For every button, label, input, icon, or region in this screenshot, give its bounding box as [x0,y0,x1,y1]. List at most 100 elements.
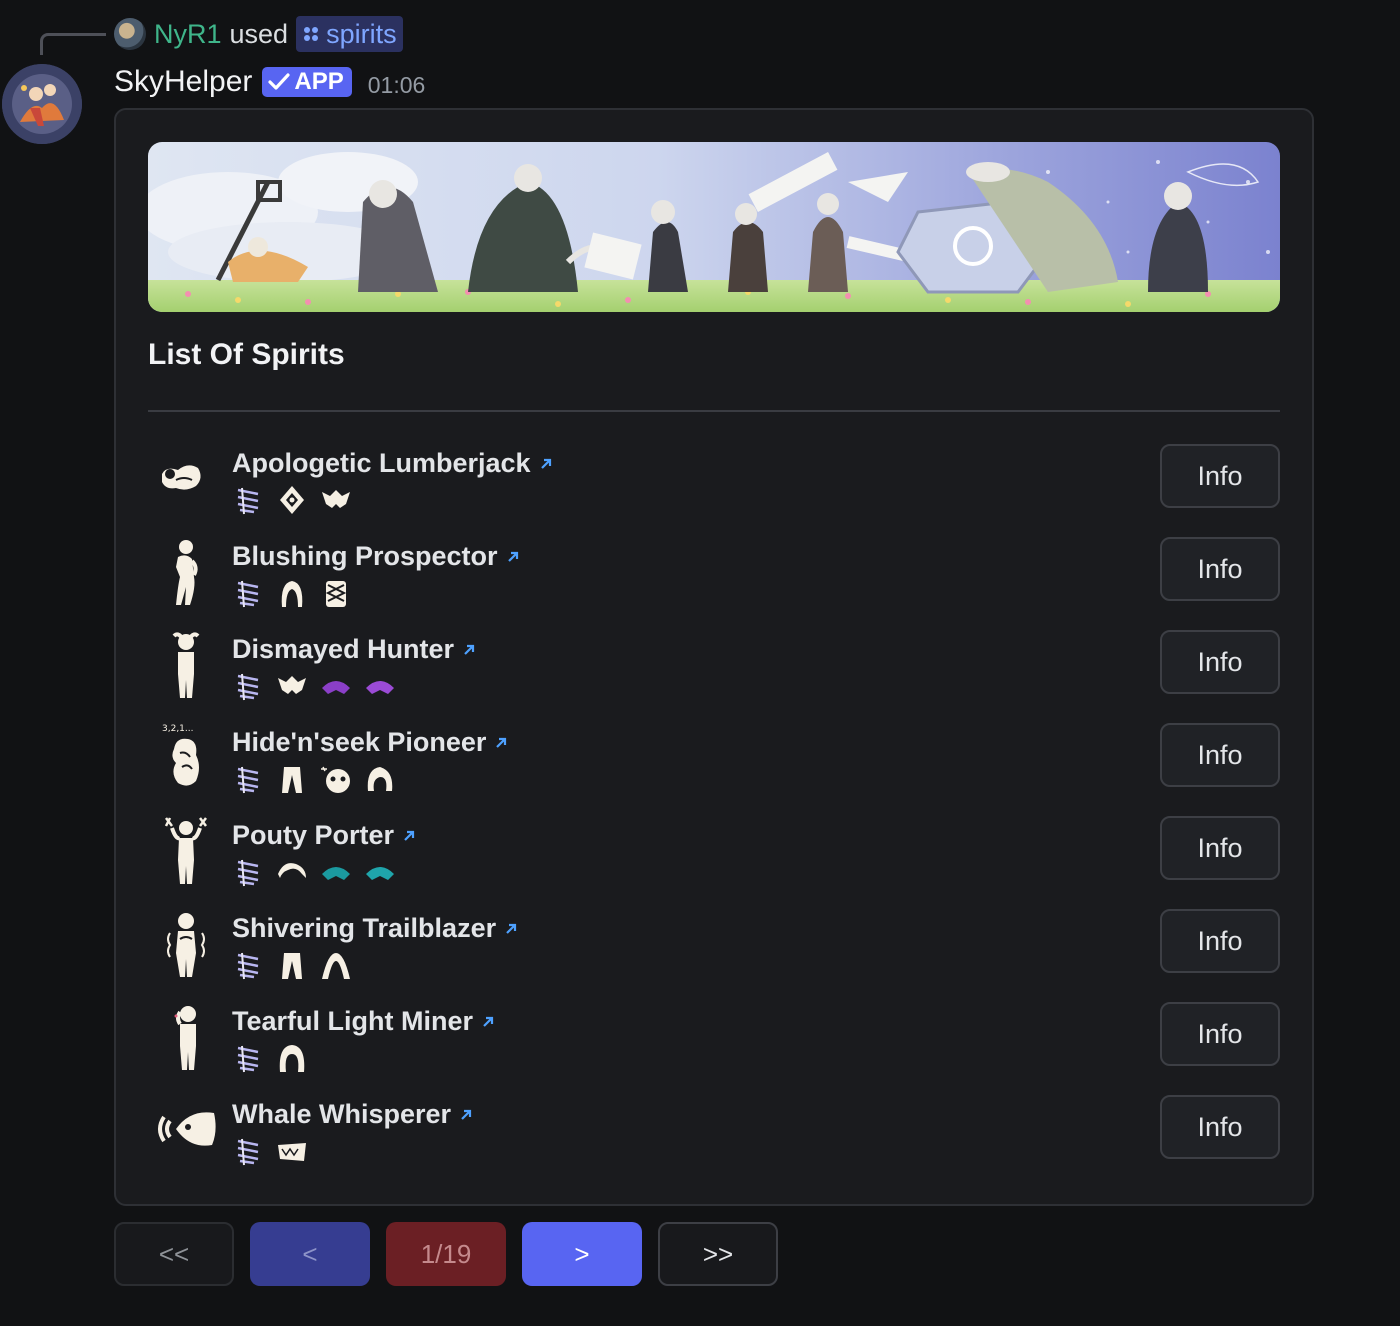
message-timestamp[interactable]: 01:06 [368,66,426,99]
purple-cape-icon [322,681,350,694]
next-page-button[interactable]: > [522,1222,642,1286]
spirit-name[interactable]: Pouty Porter [232,820,394,851]
drum-icon [325,581,347,607]
teal-cape-icon [322,867,350,880]
spirit-items [232,949,352,981]
hide-seek-caption: 3,2,1... [162,724,193,734]
reply-username[interactable]: NyR1 [154,19,222,50]
shiver-emote-icon [167,913,205,977]
hide-and-seek-emote-icon: 3,2,1... [162,724,199,786]
hair-icon [279,1045,305,1072]
spirit-row: Shivering Trailblazer Info [148,909,1280,1002]
spirit-items [232,1042,308,1074]
spirit-name[interactable]: Tearful Light Miner [232,1006,473,1037]
spirit-name[interactable]: Whale Whisperer [232,1099,451,1130]
dismay-emote-icon [172,632,200,698]
blush-emote-icon [176,540,198,605]
hair-icon [322,953,350,979]
cape-icon [322,490,350,508]
heart-wing-icon [237,487,259,515]
spirit-name[interactable]: Hide'n'seek Pioneer [232,727,486,758]
reply-user-avatar[interactable] [114,18,146,50]
message-header: SkyHelper APP 01:06 [114,62,425,102]
external-link-icon[interactable] [539,457,553,471]
last-page-button[interactable]: >> [658,1222,778,1286]
heart-wing-icon [237,1138,259,1166]
spirit-row: Whale Whisperer Info [148,1095,1280,1188]
spirit-name[interactable]: Apologetic Lumberjack [232,448,531,479]
heart-wing-icon [237,1045,259,1073]
spirit-items [232,1135,308,1167]
hair-icon [281,581,303,607]
spirit-list: Apologetic Lumberjack Info Blushing Pros… [148,444,1280,1188]
reply-used-text: used [229,18,289,49]
pout-emote-icon [164,817,207,884]
external-link-icon[interactable] [506,550,520,564]
embed-title: List Of Spirits [148,338,345,371]
apologetic-emote-icon [162,465,201,490]
spirit-items [232,577,352,609]
info-button[interactable]: Info [1160,816,1280,880]
heart-wing-icon [237,952,259,980]
bot-name[interactable]: SkyHelper [114,65,252,99]
heart-wing-icon [237,859,259,887]
pants-icon [282,953,302,979]
pagination-bar: << < 1/19 > >> [114,1222,778,1286]
music-sheet-icon [278,1143,306,1161]
external-link-icon[interactable] [494,736,508,750]
command-icon [304,27,319,41]
external-link-icon[interactable] [402,829,416,843]
spirit-row: Pouty Porter Info [148,816,1280,909]
external-link-icon[interactable] [504,922,518,936]
spirit-name[interactable]: Dismayed Hunter [232,634,454,665]
slash-command-pill[interactable]: spirits [296,16,403,52]
info-button[interactable]: Info [1160,1095,1280,1159]
verified-check-icon [268,73,290,90]
cry-emote-icon [174,1006,196,1070]
teal-cape-icon [366,867,394,880]
spirit-row: Apologetic Lumberjack Info [148,444,1280,537]
external-link-icon[interactable] [462,643,476,657]
info-button[interactable]: Info [1160,723,1280,787]
info-button[interactable]: Info [1160,630,1280,694]
spirit-name[interactable]: Shivering Trailblazer [232,913,496,944]
spirit-items [232,856,396,888]
reply-header: NyR1 used spirits [114,16,403,52]
spirit-row: Dismayed Hunter Info [148,630,1280,723]
embed-card: List Of Spirits Apologetic Lumberjack In… [114,108,1314,1206]
cape-icon [278,676,306,694]
embed-divider [148,410,1280,412]
reply-connector [40,33,106,55]
heart-wing-icon [237,766,259,794]
external-link-icon[interactable] [481,1015,495,1029]
heart-wing-icon [237,580,259,608]
purple-cape-icon [366,681,394,694]
app-badge: APP [262,67,352,97]
previous-page-button[interactable]: < [250,1222,370,1286]
first-page-button[interactable]: << [114,1222,234,1286]
emblem-icon [280,486,304,514]
info-button[interactable]: Info [1160,537,1280,601]
page-indicator-button[interactable]: 1/19 [386,1222,506,1286]
embed-banner-image[interactable] [148,142,1280,312]
hair-icon [367,767,393,791]
info-button[interactable]: Info [1160,444,1280,508]
info-button[interactable]: Info [1160,1002,1280,1066]
spirit-items [232,484,352,516]
info-button[interactable]: Info [1160,909,1280,973]
mask-icon [321,766,350,793]
spirit-row: 3,2,1... Hide'n'seek Pioneer Info [148,723,1280,816]
pants-icon [282,767,302,793]
bot-avatar[interactable] [2,64,82,144]
slash-command-name: spirits [326,18,397,49]
spirit-items [232,763,396,795]
spirit-name[interactable]: Blushing Prospector [232,541,498,572]
external-link-icon[interactable] [459,1108,473,1122]
app-badge-label: APP [294,68,344,95]
hair-icon [278,863,306,878]
spirit-row: Tearful Light Miner Info [148,1002,1280,1095]
whale-call-icon [158,1112,216,1146]
spirit-row: Blushing Prospector Info [148,537,1280,630]
heart-wing-icon [237,673,259,701]
spirit-items [232,670,396,702]
